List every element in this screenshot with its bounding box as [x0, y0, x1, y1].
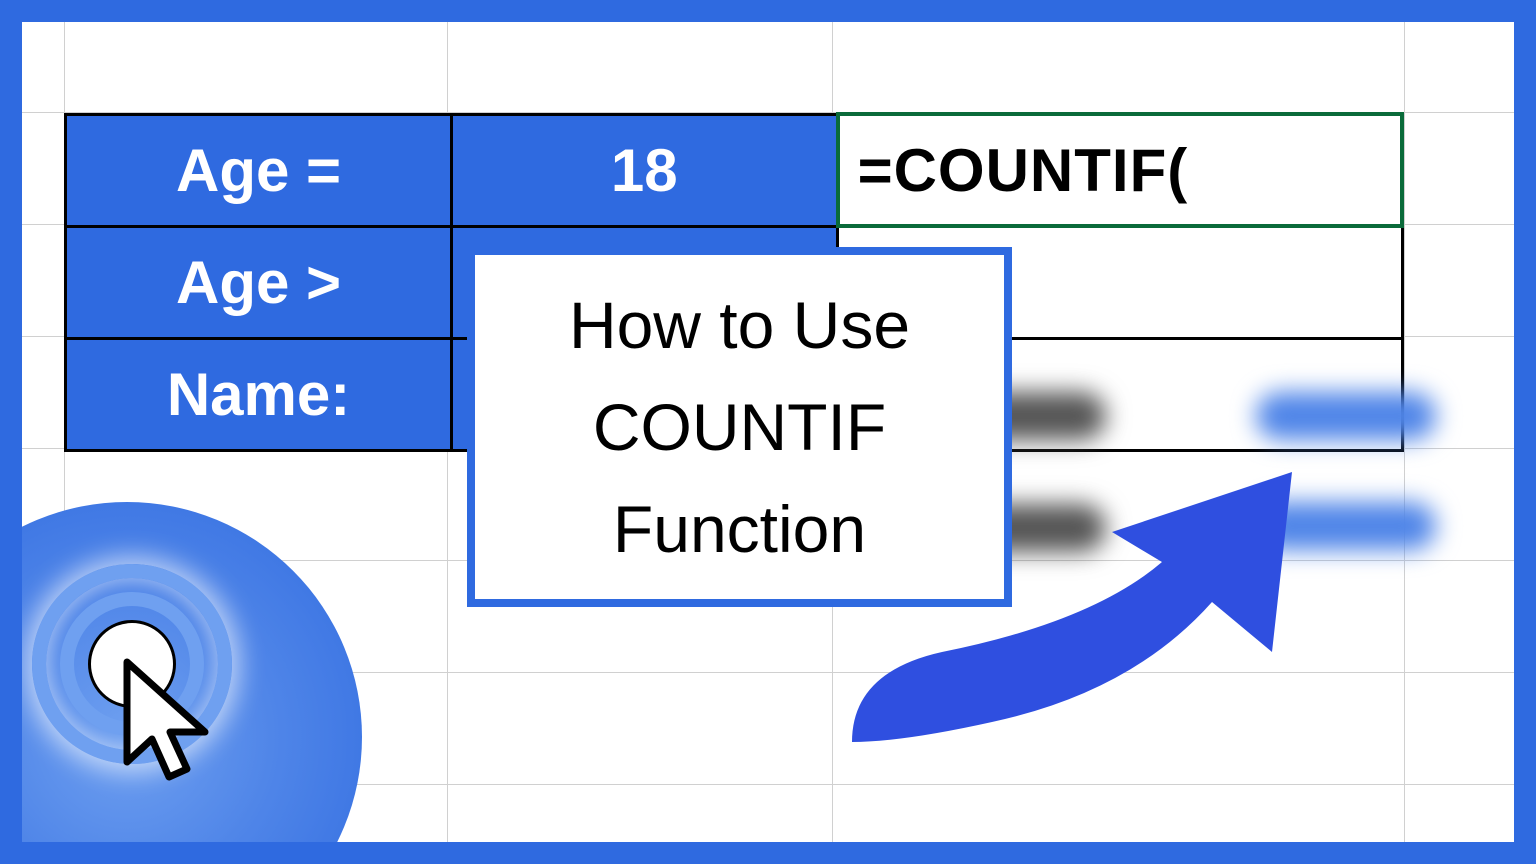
title-line: How to Use [569, 288, 910, 362]
cursor-icon [117, 657, 227, 802]
channel-badge [22, 502, 362, 842]
cell-value[interactable]: 18 [452, 114, 838, 226]
cell-label[interactable]: Age = [66, 114, 452, 226]
thumbnail-frame: Age = 18 =COUNTIF( Age > Name: [0, 0, 1536, 864]
title-card: How to Use COUNTIF Function [467, 247, 1012, 607]
cell-label[interactable]: Name: [66, 338, 452, 450]
cell-formula-editing[interactable]: =COUNTIF( [838, 114, 1402, 226]
cell-label[interactable]: Age > [66, 226, 452, 338]
table-row: Age = 18 =COUNTIF( [66, 114, 1403, 226]
title-line: COUNTIF [593, 390, 886, 464]
spreadsheet-canvas: Age = 18 =COUNTIF( Age > Name: [22, 22, 1514, 842]
title-line: Function [613, 492, 866, 566]
